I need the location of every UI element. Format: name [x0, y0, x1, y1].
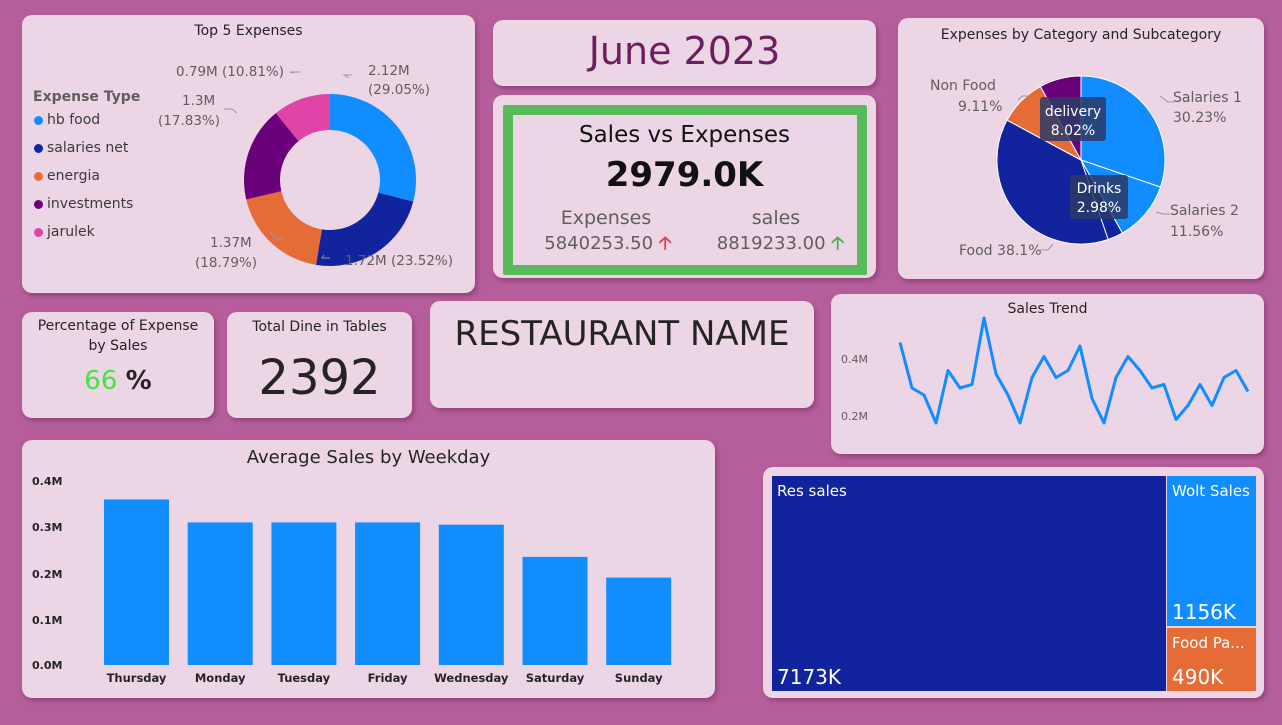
cat-label-salaries1: Salaries 1 — [1173, 90, 1242, 106]
wolt-sales-value: 1156K — [1172, 600, 1237, 624]
trend-ytick-1: 0.2M — [841, 410, 868, 423]
category-pie-chart: Salaries 1 30.23% Salaries 2 11.56% Food… — [930, 75, 1242, 259]
restaurant-name: RESTAURANT NAME — [454, 314, 790, 354]
pct-title-1: Percentage of Expense — [37, 318, 199, 334]
bar-label-monday: Monday — [195, 671, 246, 685]
dine-in-value: 2392 — [258, 350, 381, 406]
pct-expense-card: Percentage of Expense by Sales 66 % — [22, 312, 214, 418]
treemap-res-sales[interactable]: Res sales 7173K — [772, 476, 1166, 691]
cat-value-delivery: 8.02% — [1051, 123, 1095, 139]
food-pa-value: 490K — [1172, 665, 1224, 689]
bar-label-tuesday: Tuesday — [278, 671, 331, 685]
donut-label-0: 2.12M — [368, 63, 410, 79]
donut-label-2b: (18.79%) — [195, 255, 257, 271]
bar-friday[interactable] — [355, 522, 421, 665]
bar-sunday[interactable] — [606, 577, 672, 665]
donut-slice-2[interactable] — [246, 191, 322, 265]
food-pa-label: Food Pa... — [1172, 634, 1245, 652]
dine-in-card: Total Dine in Tables 2392 — [227, 312, 412, 418]
cat-label-delivery: delivery — [1045, 104, 1101, 120]
donut-label-3: 1.3M — [182, 93, 215, 109]
arrow-up-green-icon: 🡡 — [831, 233, 845, 254]
bar-saturday[interactable] — [522, 556, 588, 665]
donut-label-1: 1.72M (23.52%) — [345, 253, 453, 269]
trend-line — [898, 316, 1250, 425]
arrow-up-red-icon: 🡡 — [658, 233, 672, 254]
bar-label-sunday: Sunday — [615, 671, 663, 685]
cat-label-salaries2: Salaries 2 — [1170, 203, 1239, 219]
pct-value: 66 % — [84, 366, 152, 396]
sales-trend-chart: 0.4M 0.2M — [841, 316, 1250, 425]
bar-thursday[interactable] — [104, 499, 169, 665]
donut-label-2: 1.37M — [210, 235, 252, 251]
trend-ytick-0: 0.4M — [841, 353, 868, 366]
res-sales-value: 7173K — [777, 665, 842, 689]
donut-label-0b: (29.05%) — [368, 82, 430, 98]
bar-label-thursday: Thursday — [107, 671, 167, 685]
bar-tuesday[interactable] — [271, 522, 337, 665]
cat-label-nonfood: Non Food — [930, 78, 996, 94]
cat-label-drinks: Drinks — [1077, 181, 1122, 197]
weekday-bar-chart: 0.4M 0.3M 0.2M 0.1M 0.0M Thursday Monday T… — [32, 475, 672, 685]
treemap-food-pa[interactable]: Food Pa... 490K — [1167, 628, 1256, 691]
treemap-wolt-sales[interactable]: Wolt Sales 1156K — [1167, 476, 1256, 626]
cat-label-food: Food 38.1% — [959, 243, 1042, 259]
bar-label-friday: Friday — [368, 671, 408, 685]
donut-slice-0[interactable] — [330, 94, 417, 202]
expenses-value: 5840253.50 🡡 — [544, 233, 672, 254]
res-sales-label: Res sales — [777, 482, 847, 500]
dine-in-title: Total Dine in Tables — [252, 319, 387, 335]
top5-expenses-card: Top 5 Expenses Expense Type hb food sala… — [22, 15, 475, 293]
bar-monday[interactable] — [187, 522, 253, 665]
donut-label-4: 0.79M (10.81%) — [176, 64, 284, 80]
weekday-ytick-0: 0.4M — [32, 475, 62, 488]
sales-value: 8819233.00 🡡 — [716, 233, 845, 254]
donut-chart: 2.12M (29.05%) 1.72M (23.52%) 1.37M (18.… — [158, 63, 453, 271]
weekday-ytick-2: 0.2M — [32, 568, 62, 581]
kpi-value: 2979.0K — [605, 155, 764, 195]
month-card: June 2023 — [493, 20, 876, 86]
sales-label: sales — [751, 207, 801, 229]
kpi-title: Sales vs Expenses — [578, 122, 791, 148]
category-card: Expenses by Category and Subcategory Sal… — [898, 18, 1264, 279]
donut-label-3b: (17.83%) — [158, 113, 220, 129]
month-title: June 2023 — [588, 29, 781, 73]
sales-trend-card: Sales Trend 0.4M 0.2M — [831, 294, 1264, 454]
weekday-card: Average Sales by Weekday 0.4M 0.3M 0.2M … — [22, 440, 715, 698]
cat-value-drinks: 2.98% — [1077, 200, 1121, 216]
wolt-sales-label: Wolt Sales — [1172, 482, 1250, 500]
cat-value-salaries1: 30.23% — [1173, 110, 1226, 126]
cat-value-salaries2: 11.56% — [1170, 224, 1223, 240]
expenses-label: Expenses — [560, 207, 652, 229]
bar-wednesday[interactable] — [438, 524, 504, 665]
weekday-ytick-1: 0.3M — [32, 521, 62, 534]
weekday-ytick-4: 0.0M — [32, 659, 62, 672]
restaurant-card: RESTAURANT NAME — [430, 301, 814, 408]
kpi-card: Sales vs Expenses 2979.0K Expenses 58402… — [493, 95, 876, 278]
cat-value-nonfood: 9.11% — [958, 99, 1002, 115]
weekday-ytick-3: 0.1M — [32, 614, 62, 627]
bar-label-saturday: Saturday — [526, 671, 585, 685]
pct-title-2: by Sales — [88, 338, 148, 354]
bar-label-wednesday: Wednesday — [434, 671, 509, 685]
treemap-card: Res sales 7173K Wolt Sales 1156K Food Pa… — [763, 467, 1264, 698]
